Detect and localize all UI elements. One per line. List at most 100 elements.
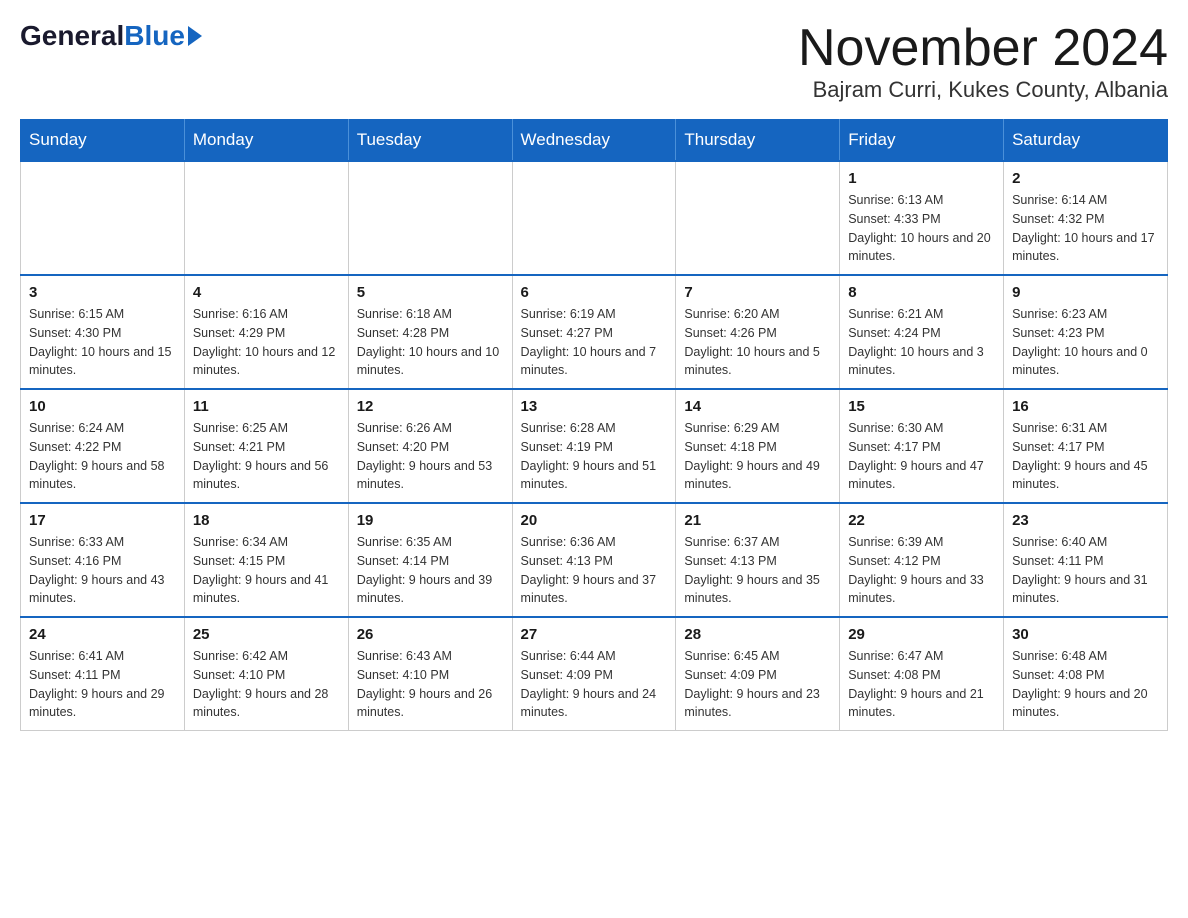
calendar-day-cell: 14 Sunrise: 6:29 AM Sunset: 4:18 PM Dayli…: [676, 389, 840, 503]
calendar-day-cell: 5 Sunrise: 6:18 AM Sunset: 4:28 PM Daylig…: [348, 275, 512, 389]
day-info: Sunrise: 6:37 AM Sunset: 4:13 PM Dayligh…: [684, 533, 831, 608]
calendar-day-cell: 3 Sunrise: 6:15 AM Sunset: 4:30 PM Daylig…: [21, 275, 185, 389]
calendar-day-cell: 2 Sunrise: 6:14 AM Sunset: 4:32 PM Daylig…: [1004, 161, 1168, 275]
calendar-day-cell: 6Sunrise: 6:19 AM Sunset: 4:27 PM Daylig…: [512, 275, 676, 389]
day-number: 15: [848, 398, 995, 415]
calendar-day-cell: 18 Sunrise: 6:34 AM Sunset: 4:15 PM Dayli…: [184, 503, 348, 617]
logo-blue-text: Blue: [124, 20, 185, 52]
calendar-day-header: Wednesday: [512, 120, 676, 162]
day-number: 30: [1012, 626, 1159, 643]
calendar-day-cell: 9 Sunrise: 6:23 AM Sunset: 4:23 PM Daylig…: [1004, 275, 1168, 389]
page-subtitle: Bajram Curri, Kukes County, Albania: [798, 77, 1168, 103]
day-number: 14: [684, 398, 831, 415]
day-number: 7: [684, 284, 831, 301]
day-info: Sunrise: 6:15 AM Sunset: 4:30 PM Dayligh…: [29, 305, 176, 380]
day-number: 12: [357, 398, 504, 415]
day-info: Sunrise: 6:24 AM Sunset: 4:22 PM Dayligh…: [29, 419, 176, 494]
calendar-day-cell: 16 Sunrise: 6:31 AM Sunset: 4:17 PM Dayli…: [1004, 389, 1168, 503]
calendar-day-cell: 28 Sunrise: 6:45 AM Sunset: 4:09 PM Dayli…: [676, 617, 840, 731]
day-info: Sunrise: 6:28 AM Sunset: 4:19 PM Dayligh…: [521, 419, 668, 494]
day-number: 5: [357, 284, 504, 301]
day-info: Sunrise: 6:43 AM Sunset: 4:10 PM Dayligh…: [357, 647, 504, 722]
calendar-header-row: SundayMondayTuesdayWednesdayThursdayFrid…: [21, 120, 1168, 162]
day-info: Sunrise: 6:41 AM Sunset: 4:11 PM Dayligh…: [29, 647, 176, 722]
calendar-day-cell: 12 Sunrise: 6:26 AM Sunset: 4:20 PM Dayli…: [348, 389, 512, 503]
day-number: 22: [848, 512, 995, 529]
calendar-day-cell: 19 Sunrise: 6:35 AM Sunset: 4:14 PM Dayli…: [348, 503, 512, 617]
calendar-day-header: Saturday: [1004, 120, 1168, 162]
day-info: Sunrise: 6:25 AM Sunset: 4:21 PM Dayligh…: [193, 419, 340, 494]
day-info: Sunrise: 6:14 AM Sunset: 4:32 PM Dayligh…: [1012, 191, 1159, 266]
day-info: Sunrise: 6:26 AM Sunset: 4:20 PM Dayligh…: [357, 419, 504, 494]
calendar-day-cell: 23 Sunrise: 6:40 AM Sunset: 4:11 PM Dayli…: [1004, 503, 1168, 617]
day-number: 16: [1012, 398, 1159, 415]
day-info: Sunrise: 6:21 AM Sunset: 4:24 PM Dayligh…: [848, 305, 995, 380]
day-number: 10: [29, 398, 176, 415]
day-info: Sunrise: 6:33 AM Sunset: 4:16 PM Dayligh…: [29, 533, 176, 608]
calendar-day-cell: 21Sunrise: 6:37 AM Sunset: 4:13 PM Dayli…: [676, 503, 840, 617]
day-number: 26: [357, 626, 504, 643]
calendar-week-row: 17 Sunrise: 6:33 AM Sunset: 4:16 PM Dayli…: [21, 503, 1168, 617]
calendar-day-cell: 10 Sunrise: 6:24 AM Sunset: 4:22 PM Dayli…: [21, 389, 185, 503]
day-number: 29: [848, 626, 995, 643]
page-title: November 2024: [798, 20, 1168, 77]
day-info: Sunrise: 6:29 AM Sunset: 4:18 PM Dayligh…: [684, 419, 831, 494]
day-number: 13: [521, 398, 668, 415]
day-info: Sunrise: 6:18 AM Sunset: 4:28 PM Dayligh…: [357, 305, 504, 380]
day-number: 3: [29, 284, 176, 301]
day-number: 23: [1012, 512, 1159, 529]
calendar-week-row: 1Sunrise: 6:13 AM Sunset: 4:33 PM Daylig…: [21, 161, 1168, 275]
day-number: 4: [193, 284, 340, 301]
day-info: Sunrise: 6:19 AM Sunset: 4:27 PM Dayligh…: [521, 305, 668, 380]
day-info: Sunrise: 6:34 AM Sunset: 4:15 PM Dayligh…: [193, 533, 340, 608]
calendar-week-row: 10 Sunrise: 6:24 AM Sunset: 4:22 PM Dayli…: [21, 389, 1168, 503]
logo-general-text: General: [20, 20, 124, 52]
day-info: Sunrise: 6:48 AM Sunset: 4:08 PM Dayligh…: [1012, 647, 1159, 722]
calendar-day-cell: 17 Sunrise: 6:33 AM Sunset: 4:16 PM Dayli…: [21, 503, 185, 617]
calendar-day-cell: 22 Sunrise: 6:39 AM Sunset: 4:12 PM Dayli…: [840, 503, 1004, 617]
calendar-day-header: Thursday: [676, 120, 840, 162]
day-info: Sunrise: 6:13 AM Sunset: 4:33 PM Dayligh…: [848, 191, 995, 266]
day-info: Sunrise: 6:20 AM Sunset: 4:26 PM Dayligh…: [684, 305, 831, 380]
calendar-table: SundayMondayTuesdayWednesdayThursdayFrid…: [20, 119, 1168, 731]
day-number: 17: [29, 512, 176, 529]
day-info: Sunrise: 6:45 AM Sunset: 4:09 PM Dayligh…: [684, 647, 831, 722]
day-info: Sunrise: 6:36 AM Sunset: 4:13 PM Dayligh…: [521, 533, 668, 608]
calendar-day-cell: 24Sunrise: 6:41 AM Sunset: 4:11 PM Dayli…: [21, 617, 185, 731]
calendar-week-row: 3 Sunrise: 6:15 AM Sunset: 4:30 PM Daylig…: [21, 275, 1168, 389]
day-number: 2: [1012, 170, 1159, 187]
calendar-day-cell: 11 Sunrise: 6:25 AM Sunset: 4:21 PM Dayli…: [184, 389, 348, 503]
day-number: 19: [357, 512, 504, 529]
calendar-day-header: Sunday: [21, 120, 185, 162]
calendar-day-header: Monday: [184, 120, 348, 162]
calendar-day-cell: 26 Sunrise: 6:43 AM Sunset: 4:10 PM Dayli…: [348, 617, 512, 731]
logo: General Blue: [20, 20, 202, 52]
day-number: 9: [1012, 284, 1159, 301]
day-info: Sunrise: 6:23 AM Sunset: 4:23 PM Dayligh…: [1012, 305, 1159, 380]
calendar-day-cell: [184, 161, 348, 275]
calendar-day-cell: 20 Sunrise: 6:36 AM Sunset: 4:13 PM Dayli…: [512, 503, 676, 617]
day-info: Sunrise: 6:31 AM Sunset: 4:17 PM Dayligh…: [1012, 419, 1159, 494]
calendar-day-cell: [512, 161, 676, 275]
calendar-day-cell: 8 Sunrise: 6:21 AM Sunset: 4:24 PM Daylig…: [840, 275, 1004, 389]
page-header: General Blue November 2024 Bajram Curri,…: [20, 20, 1168, 103]
day-number: 28: [684, 626, 831, 643]
day-number: 18: [193, 512, 340, 529]
day-info: Sunrise: 6:47 AM Sunset: 4:08 PM Dayligh…: [848, 647, 995, 722]
day-number: 20: [521, 512, 668, 529]
day-number: 8: [848, 284, 995, 301]
calendar-day-cell: 29 Sunrise: 6:47 AM Sunset: 4:08 PM Dayli…: [840, 617, 1004, 731]
calendar-day-cell: 1Sunrise: 6:13 AM Sunset: 4:33 PM Daylig…: [840, 161, 1004, 275]
calendar-day-cell: [676, 161, 840, 275]
day-info: Sunrise: 6:39 AM Sunset: 4:12 PM Dayligh…: [848, 533, 995, 608]
calendar-day-cell: 4Sunrise: 6:16 AM Sunset: 4:29 PM Daylig…: [184, 275, 348, 389]
calendar-day-cell: 30 Sunrise: 6:48 AM Sunset: 4:08 PM Dayli…: [1004, 617, 1168, 731]
day-number: 11: [193, 398, 340, 415]
day-info: Sunrise: 6:35 AM Sunset: 4:14 PM Dayligh…: [357, 533, 504, 608]
day-info: Sunrise: 6:42 AM Sunset: 4:10 PM Dayligh…: [193, 647, 340, 722]
calendar-day-cell: [348, 161, 512, 275]
day-info: Sunrise: 6:40 AM Sunset: 4:11 PM Dayligh…: [1012, 533, 1159, 608]
logo-triangle-icon: [188, 26, 202, 46]
calendar-day-cell: 25 Sunrise: 6:42 AM Sunset: 4:10 PM Dayli…: [184, 617, 348, 731]
day-number: 25: [193, 626, 340, 643]
